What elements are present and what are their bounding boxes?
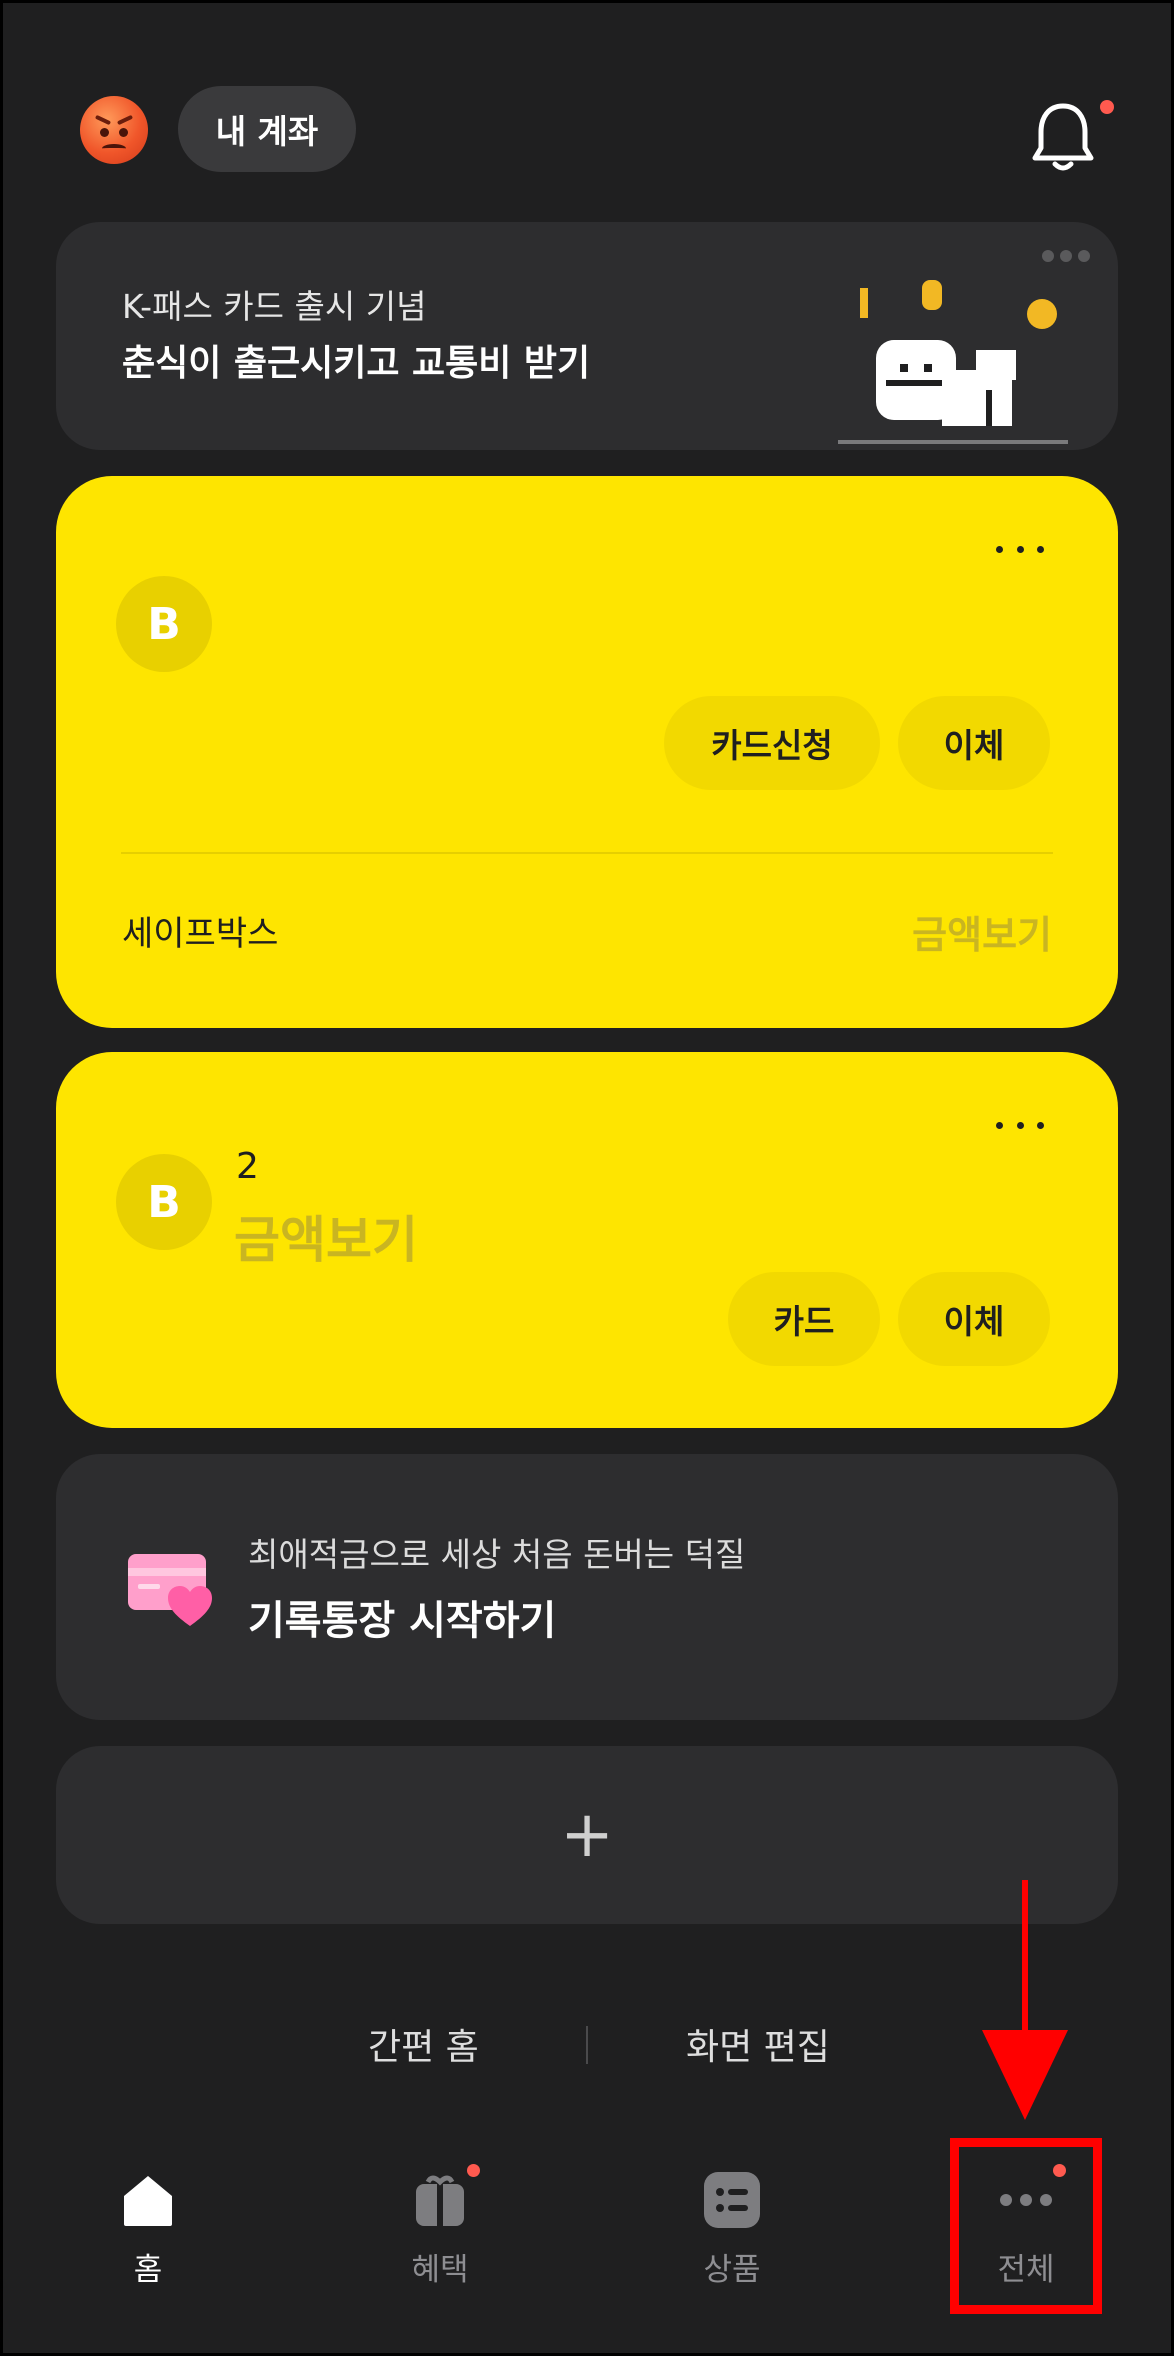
tab-benefits[interactable]: 혜택 [360, 2164, 520, 2320]
more-options-icon[interactable] [996, 1122, 1044, 1132]
account-name: 2 [236, 1146, 259, 1187]
tab-label: 홈 [133, 2252, 163, 2288]
account-card-1[interactable]: B 카드신청 이체 세이프박스 금액보기 [56, 476, 1118, 1028]
notification-badge [1100, 100, 1114, 114]
edit-screen-link[interactable]: 화면 편집 [686, 2018, 830, 2070]
tab-home[interactable]: 홈 [68, 2170, 228, 2320]
passbook-heart-icon [128, 1554, 212, 1626]
safebox-label: 세이프박스 [122, 914, 279, 954]
savings-promo-card[interactable]: 최애적금으로 세상 처음 돈버는 덕질 기록통장 시작하기 [56, 1454, 1118, 1720]
home-icon [124, 2176, 172, 2226]
show-amount-link[interactable]: 금액보기 [912, 904, 1052, 959]
header: 내 계좌 [0, 0, 1174, 210]
benefits-badge [467, 2164, 480, 2177]
transfer-button[interactable]: 이체 [898, 696, 1050, 790]
plus-icon: + [560, 1798, 614, 1872]
promo-banner[interactable]: K-패스 카드 출시 기념 춘식이 출근시키고 교통비 받기 [56, 222, 1118, 450]
card-apply-button[interactable]: 카드신청 [664, 696, 880, 790]
card-button[interactable]: 카드 [728, 1272, 880, 1366]
transfer-button[interactable]: 이체 [898, 1272, 1050, 1366]
gift-icon [416, 2175, 464, 2226]
add-product-button[interactable]: + [56, 1746, 1118, 1924]
simple-home-link[interactable]: 간편 홈 [368, 2018, 479, 2070]
character-illustration-icon [838, 280, 1068, 444]
list-icon [704, 2172, 760, 2228]
annotation-highlight-box [950, 2138, 1102, 2314]
annotation-arrow-icon [982, 1880, 1068, 2120]
my-account-button[interactable]: 내 계좌 [178, 86, 356, 172]
tab-label: 상품 [703, 2252, 761, 2288]
account-card-2[interactable]: B 2 금액보기 카드 이체 [56, 1052, 1118, 1428]
banner-title: 춘식이 출근시키고 교통비 받기 [122, 343, 591, 384]
card-divider [121, 852, 1053, 854]
more-options-icon[interactable] [996, 546, 1044, 556]
links-divider [586, 2026, 588, 2064]
tab-products[interactable]: 상품 [652, 2170, 812, 2320]
savings-title: 기록통장 시작하기 [248, 1598, 557, 1644]
bank-logo-icon: B [116, 576, 212, 672]
show-amount-link[interactable]: 금액보기 [234, 1200, 418, 1272]
tab-label: 혜택 [411, 2252, 469, 2288]
bank-logo-icon: B [116, 1154, 212, 1250]
bell-icon[interactable] [1030, 100, 1096, 174]
profile-avatar[interactable] [80, 96, 148, 164]
banner-subtitle: K-패스 카드 출시 기념 [122, 287, 427, 326]
savings-subtitle: 최애적금으로 세상 처음 돈버는 덕질 [248, 1535, 746, 1574]
